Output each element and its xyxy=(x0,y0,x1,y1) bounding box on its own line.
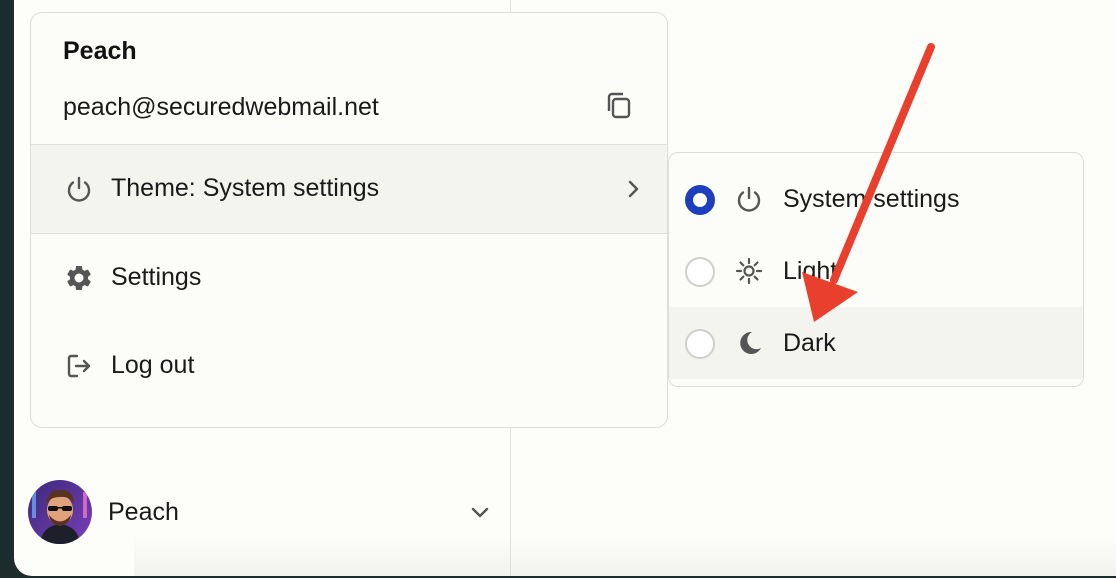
logout-menu-item[interactable]: Log out xyxy=(31,326,667,406)
user-name: Peach xyxy=(63,37,137,65)
avatar xyxy=(28,480,92,544)
copy-email-button[interactable] xyxy=(601,89,637,125)
theme-option-dark[interactable]: Dark xyxy=(669,307,1083,379)
logout-label: Log out xyxy=(111,351,195,379)
logout-icon xyxy=(63,350,95,382)
user-menu: Peach peach@securedwebmail.net Theme: Sy… xyxy=(30,12,668,428)
power-icon xyxy=(733,183,765,215)
theme-option-label: System settings xyxy=(783,185,960,213)
settings-label: Settings xyxy=(111,263,202,291)
moon-icon xyxy=(733,327,765,359)
theme-submenu: System settings Light Dark xyxy=(668,152,1084,387)
chevron-right-icon xyxy=(617,173,649,205)
theme-option-light[interactable]: Light xyxy=(669,235,1083,307)
chevron-down-icon xyxy=(466,498,494,526)
theme-option-label: Light xyxy=(783,257,838,285)
theme-menu-label: Theme: System settings xyxy=(111,174,380,202)
theme-option-label: Dark xyxy=(783,329,836,357)
bottom-shade xyxy=(134,536,1116,576)
power-icon xyxy=(63,173,95,205)
settings-menu-item[interactable]: Settings xyxy=(31,238,667,318)
sun-icon xyxy=(733,255,765,287)
theme-option-system[interactable]: System settings xyxy=(669,163,1083,235)
profile-name: Peach xyxy=(108,498,179,526)
radio-light[interactable] xyxy=(685,257,715,287)
theme-menu-item[interactable]: Theme: System settings xyxy=(31,144,667,234)
radio-dark[interactable] xyxy=(685,329,715,359)
radio-system[interactable] xyxy=(685,185,715,215)
copy-icon xyxy=(603,89,635,126)
user-email: peach@securedwebmail.net xyxy=(63,93,379,121)
gear-icon xyxy=(63,262,95,294)
